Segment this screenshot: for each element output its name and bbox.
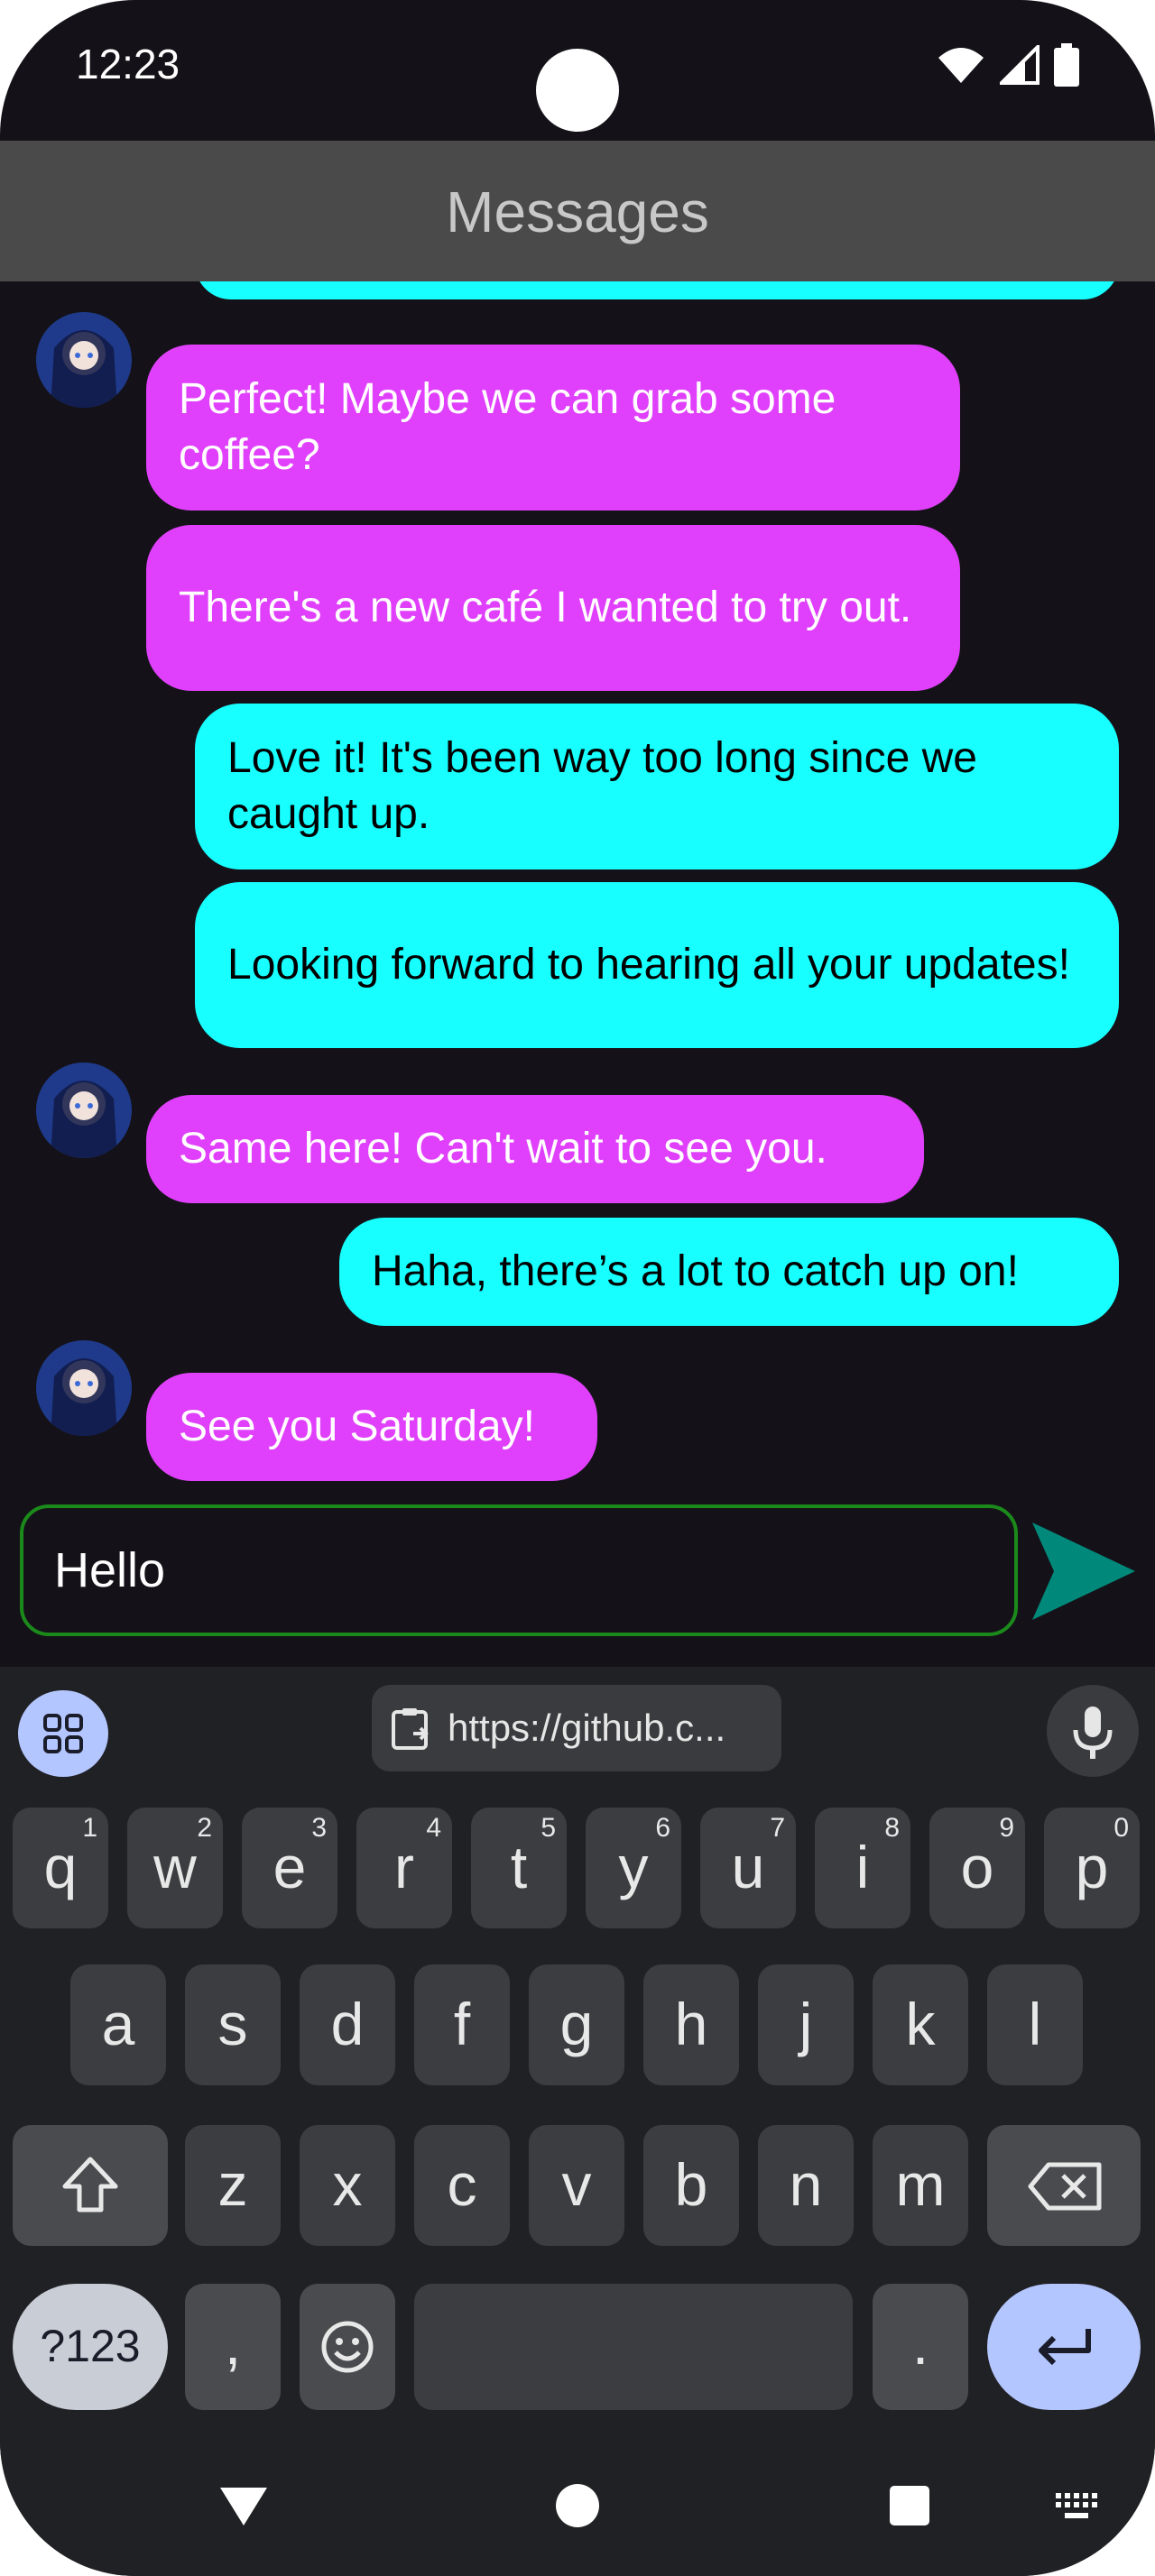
key-o[interactable]: o9 — [929, 1808, 1025, 1928]
key-r[interactable]: r4 — [356, 1808, 452, 1928]
back-icon[interactable] — [218, 2484, 269, 2527]
message-bubble[interactable]: Haha, there’s a lot to catch up on! — [339, 1218, 1119, 1326]
message-bubble[interactable]: Perfect! Maybe we can grab some coffee? — [146, 345, 960, 511]
message-text: Love it! It's been way too long since we… — [227, 734, 977, 838]
enter-icon — [1039, 2329, 1091, 2366]
microphone-icon — [1073, 1707, 1113, 1759]
app-bar: Messages — [0, 141, 1155, 281]
message-text: Haha, there’s a lot to catch up on! — [372, 1247, 1019, 1295]
status-bar: 12:23 — [0, 0, 1155, 141]
period-key[interactable]: . — [873, 2284, 968, 2410]
message-input-value: Hello — [54, 1543, 166, 1597]
wifi-icon — [938, 48, 984, 83]
key-g[interactable]: g — [529, 1964, 624, 2085]
key-p[interactable]: p0 — [1044, 1808, 1140, 1928]
status-time: 12:23 — [76, 41, 180, 87]
key-w[interactable]: w2 — [127, 1808, 223, 1928]
voice-input-button[interactable] — [1047, 1685, 1139, 1777]
key-s[interactable]: s — [185, 1964, 281, 2085]
key-e[interactable]: e3 — [242, 1808, 337, 1928]
key-t[interactable]: t5 — [471, 1808, 567, 1928]
key-k[interactable]: k — [873, 1964, 968, 2085]
apps-grid-button[interactable] — [18, 1690, 108, 1777]
key-d[interactable]: d — [300, 1964, 395, 2085]
message-text: Same here! Can't wait to see you. — [179, 1125, 827, 1173]
message-input[interactable]: Hello — [20, 1504, 1018, 1636]
grid-icon — [43, 1714, 83, 1753]
status-icons — [937, 43, 1079, 87]
on-screen-keyboard: https://github.c... q1 w2 e3 r4 t5 y6 u7… — [0, 1667, 1155, 2576]
message-bubble[interactable]: Love it! It's been way too long since we… — [195, 704, 1119, 869]
backspace-icon — [1028, 2162, 1102, 2211]
message-bubble[interactable]: There's a new café I wanted to try out. — [146, 525, 960, 691]
contact-avatar[interactable] — [36, 1063, 132, 1158]
key-u[interactable]: u7 — [700, 1808, 796, 1928]
key-v[interactable]: v — [529, 2125, 624, 2246]
send-button[interactable] — [1030, 1521, 1137, 1622]
key-q[interactable]: q1 — [13, 1808, 108, 1928]
system-nav-bar — [0, 2446, 1155, 2576]
message-bubble[interactable]: Looking forward to hearing all your upda… — [195, 882, 1119, 1048]
message-text: There's a new café I wanted to try out. — [179, 584, 912, 631]
key-h[interactable]: h — [643, 1964, 739, 2085]
symbols-key[interactable]: ?123 — [13, 2284, 168, 2410]
message-bubble[interactable]: See you Saturday! — [146, 1373, 597, 1481]
key-j[interactable]: j — [758, 1964, 854, 2085]
signal-icon — [1000, 45, 1040, 85]
message-text: Looking forward to hearing all your upda… — [227, 941, 1070, 989]
shift-key[interactable] — [13, 2125, 168, 2246]
contact-avatar[interactable] — [36, 1340, 132, 1436]
key-x[interactable]: x — [300, 2125, 395, 2246]
key-f[interactable]: f — [414, 1964, 510, 2085]
key-b[interactable]: b — [643, 2125, 739, 2246]
clipboard-icon — [392, 1708, 429, 1750]
key-m[interactable]: m — [873, 2125, 968, 2246]
clipboard-text: https://github.c... — [448, 1707, 726, 1749]
message-bubble[interactable]: Same here! Can't wait to see you. — [146, 1095, 924, 1203]
recents-icon[interactable] — [888, 2484, 931, 2527]
page-title: Messages — [446, 179, 709, 244]
keyboard-switch-icon[interactable] — [1054, 2491, 1101, 2524]
enter-key[interactable] — [987, 2284, 1141, 2410]
home-icon[interactable] — [554, 2482, 601, 2529]
key-i[interactable]: i8 — [815, 1808, 910, 1928]
emoji-icon — [321, 2321, 374, 2373]
clipboard-suggestion[interactable]: https://github.c... — [372, 1685, 781, 1771]
contact-avatar[interactable] — [36, 312, 132, 408]
comma-key[interactable]: , — [185, 2284, 281, 2410]
key-y[interactable]: y6 — [586, 1808, 681, 1928]
keyboard-toolbar: https://github.c... — [0, 1667, 1155, 1793]
shift-icon — [62, 2157, 118, 2213]
key-c[interactable]: c — [414, 2125, 510, 2246]
key-l[interactable]: l — [987, 1964, 1083, 2085]
key-z[interactable]: z — [185, 2125, 281, 2246]
front-camera — [536, 49, 619, 132]
key-a[interactable]: a — [70, 1964, 166, 2085]
message-text: Perfect! Maybe we can grab some coffee? — [179, 375, 836, 479]
message-bubble-partial — [195, 281, 1119, 299]
message-list[interactable]: Perfect! Maybe we can grab some coffee? … — [0, 281, 1155, 1490]
emoji-key[interactable] — [300, 2284, 395, 2410]
phone-screen: 12:23 Messages Perfect! Maybe we can gra… — [0, 0, 1155, 2576]
backspace-key[interactable] — [987, 2125, 1141, 2246]
message-text: See you Saturday! — [179, 1403, 535, 1450]
battery-icon — [1054, 43, 1079, 87]
space-key[interactable] — [414, 2284, 853, 2410]
key-n[interactable]: n — [758, 2125, 854, 2246]
